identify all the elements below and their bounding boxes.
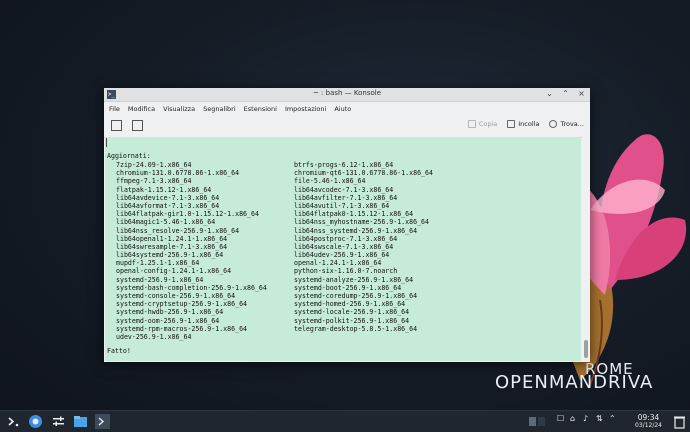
terminal-output[interactable]: Aggiornati: 7zip-24.09-1.x86_64 chromium-…	[105, 137, 581, 361]
package-line: systemd-rpm-macros-256.9-1.x86_64	[116, 324, 248, 333]
virtual-desktop-icon[interactable]	[528, 414, 546, 429]
package-line: lib64postproc-7.1-3.x86_64	[294, 234, 398, 243]
paste-button[interactable]: Incolla	[507, 120, 539, 128]
package-line: file-5.46-1.x86_64	[294, 177, 366, 186]
paste-label: Incolla	[518, 120, 540, 128]
copy-label: Copia	[478, 120, 498, 128]
maximize-icon[interactable]: ⌃	[561, 89, 570, 98]
package-line: flatpak-1.15.12-1.x86_64	[116, 185, 212, 194]
logo-openmandriva-text: OPENMANDRIVA	[495, 372, 654, 393]
package-line: 7zip-24.09-1.x86_64	[116, 161, 192, 169]
package-line: lib64avfilter-7.1-3.x86_64	[294, 193, 398, 202]
package-line: lib64openal1-1.24.1-1.x86_64	[116, 234, 228, 243]
window-titlebar[interactable]: >_ ~ : bash — Konsole ⌄ ⌃ ×	[104, 88, 590, 102]
copy-icon	[467, 120, 476, 128]
package-line: systemd-cryptsetup-256.9-1.x86_64	[116, 300, 248, 309]
clock-date: 03/12/24	[635, 422, 662, 429]
package-line: chromium-131.0.6778.86-1.x86_64	[116, 169, 240, 178]
package-line: lib64avdevice-7.1-3.x86_64	[116, 193, 220, 202]
konsole-taskbar-icon[interactable]	[95, 414, 110, 429]
close-icon[interactable]: ×	[577, 89, 586, 98]
terminal-scrollbar[interactable]	[582, 137, 590, 361]
package-line: systemd-coredump-256.9-1.x86_64	[294, 292, 418, 300]
clock-time: 09:34	[637, 413, 660, 422]
package-line: lib64nss_myhostname-256.9-1.x86_64	[294, 218, 429, 227]
package-line: udev-256.9-1.x86_64	[116, 332, 192, 341]
package-line: lib64swresample-7.1-3.x86_64	[116, 242, 228, 251]
scrollbar-thumb[interactable]	[584, 340, 588, 358]
new-tab-icon[interactable]	[111, 120, 122, 131]
file-manager-icon[interactable]	[73, 414, 88, 429]
package-line: lib64flatpak0-1.15.12-1.x86_64	[294, 210, 414, 219]
package-line: lib64avcodec-7.1-3.x86_64	[294, 185, 394, 194]
package-line: lib64udev-256.9-1.x86_64	[294, 251, 390, 260]
package-line: lib64magic1-5.46-1.x86_64	[116, 218, 216, 227]
package-line: lib64swscale-7.1-3.x86_64	[294, 242, 394, 251]
terminal-heading: Aggiornati:	[107, 152, 151, 160]
package-line: openal-config-1.24.1-1.x86_64	[116, 267, 232, 276]
system-settings-icon[interactable]	[51, 414, 66, 429]
split-view-icon[interactable]	[132, 120, 143, 131]
package-line: systemd-analyze-256.9-1.x86_64	[294, 275, 414, 284]
package-line: systemd-locale-256.9-1.x86_64	[294, 308, 410, 317]
menu-aiuto[interactable]: Aiuto	[334, 105, 351, 113]
package-line: systemd-polkit-256.9-1.x86_64	[294, 316, 410, 325]
minimize-icon[interactable]: ⌄	[545, 89, 554, 98]
update-notifier-icon[interactable]: ⌂	[570, 414, 575, 423]
package-line: chromium-qt6-131.0.6778.86-1.x86_64	[294, 169, 433, 178]
tray-expand-icon[interactable]: ⌃	[609, 414, 616, 423]
paste-icon	[507, 120, 516, 128]
package-line: python-six-1.16.0-7.noarch	[294, 267, 398, 276]
package-line: telegram-desktop-5.8.5-1.x86_64	[294, 324, 418, 333]
package-line: lib64nss_systemd-256.9-1.x86_64	[294, 226, 418, 235]
copy-button[interactable]: Copia	[467, 120, 498, 128]
package-column-2: btrfs-progs-6.12-1.x86_64 chromium-qt6-13…	[294, 161, 433, 333]
find-button[interactable]: Trova...	[549, 120, 584, 128]
package-line: systemd-boot-256.9-1.x86_64	[294, 283, 402, 292]
volume-icon[interactable]: ♪	[583, 414, 588, 423]
terminal-cursor	[106, 138, 107, 147]
menu-file[interactable]: File	[109, 105, 120, 113]
search-icon	[549, 120, 558, 128]
menu-impostazioni[interactable]: Impostazioni	[285, 105, 326, 113]
notifications-icon[interactable]: ☐	[557, 414, 564, 423]
menu-segnalibri[interactable]: Segnalibri	[203, 105, 236, 113]
terminal-done-text: Fatto!	[107, 347, 131, 355]
package-line: systemd-console-256.9-1.x86_64	[116, 292, 236, 300]
trash-icon[interactable]	[672, 414, 687, 429]
package-line: systemd-256.9-1.x86_64	[116, 275, 204, 284]
menu-modifica[interactable]: Modifica	[128, 105, 155, 113]
package-line: lib64nss_resolve-256.9-1.x86_64	[116, 226, 240, 235]
package-line: systemd-oom-256.9-1.x86_64	[116, 316, 220, 325]
package-line: openal-1.24.1-1.x86_64	[294, 259, 382, 268]
window-title: ~ : bash — Konsole	[312, 89, 382, 97]
package-line: systemd-hwdb-256.9-1.x86_64	[116, 308, 224, 317]
package-line: systemd-bash-completion-256.9-1.x86_64	[116, 283, 267, 292]
app-launcher-icon[interactable]	[6, 414, 21, 429]
taskbar: ☐ ⌂ ♪ ⇅ ⌃ 09:34 03/12/24	[0, 410, 690, 432]
package-column-1: 7zip-24.09-1.x86_64 chromium-131.0.6778.8…	[116, 161, 267, 341]
clock[interactable]: 09:34 03/12/24	[635, 413, 662, 430]
find-label: Trova...	[560, 120, 584, 128]
menu-estensioni[interactable]: Estensioni	[244, 105, 277, 113]
package-line: lib64avformat-7.1-3.x86_64	[116, 201, 220, 210]
network-icon[interactable]: ⇅	[596, 414, 603, 423]
package-line: systemd-homed-256.9-1.x86_64	[294, 300, 406, 309]
package-line: lib64systemd-256.9-1.x86_64	[116, 251, 224, 260]
menu-visualizza[interactable]: Visualizza	[163, 105, 195, 113]
menu-bar: File Modifica Visualizza Segnalibri Este…	[104, 102, 590, 115]
package-line: btrfs-progs-6.12-1.x86_64	[294, 161, 394, 169]
package-line: ffmpeg-7.1-3.x86_64	[116, 177, 192, 186]
toolbar: Copia Incolla Trova...	[104, 115, 590, 138]
package-line: lib64avutil-7.1-3.x86_64	[294, 201, 390, 210]
konsole-window[interactable]: >_ ~ : bash — Konsole ⌄ ⌃ × File Modific…	[104, 88, 590, 362]
package-line: lib64flatpak-gir1.0-1.15.12-1.x86_64	[116, 210, 259, 219]
browser-icon[interactable]	[28, 414, 43, 429]
package-line: mupdf-1.25.1-1.x86_64	[116, 259, 200, 268]
